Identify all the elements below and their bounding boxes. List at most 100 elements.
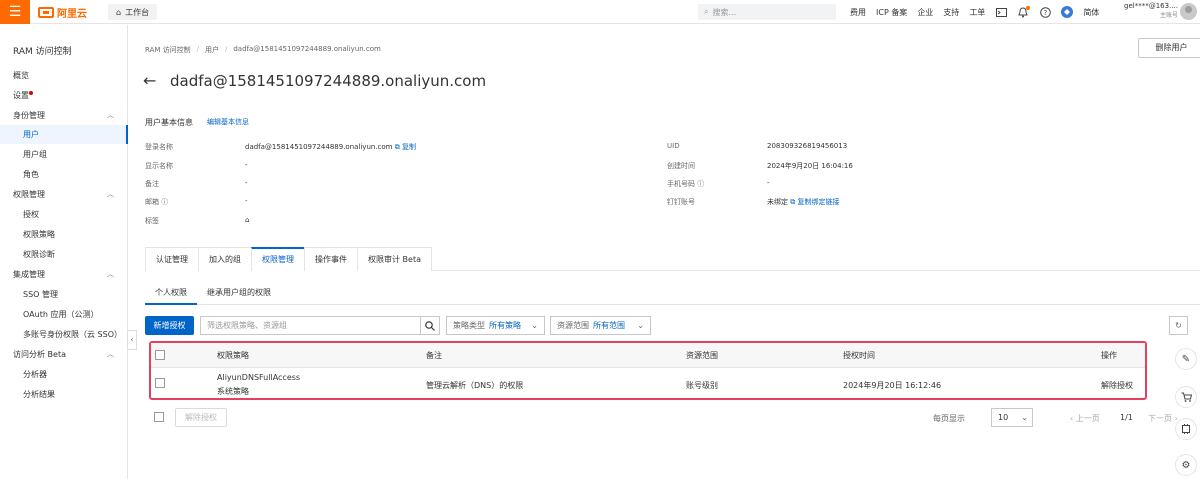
nav-links: 费用 ICP 备案 企业 支持 工单 ? 简体 xyxy=(850,0,1099,24)
copy-login-name-link[interactable]: 复制 xyxy=(402,143,416,151)
sidebar-item-cloud-sso[interactable]: 多账号身份权限（云 SSO） xyxy=(0,325,128,344)
batch-revoke-button[interactable]: 解除授权 xyxy=(175,408,227,427)
assistant-icon[interactable] xyxy=(1061,6,1074,18)
sidebar-item-label: 分析结果 xyxy=(23,390,55,399)
breadcrumb-item[interactable]: RAM 访问控制 xyxy=(145,45,191,55)
help-icon[interactable]: ⓘ xyxy=(161,198,168,206)
policy-type-select[interactable]: 策略类型 所有策略 ⌄ xyxy=(446,316,545,335)
help-icon[interactable]: ? xyxy=(1039,6,1051,18)
search-icon xyxy=(425,320,435,331)
sidebar: RAM 访问控制 概览 设置 身份管理 ︿ 用户 用户组 角色 权限管理 ︿ 授权 … xyxy=(0,25,128,479)
avatar[interactable] xyxy=(1180,3,1197,20)
created-time-value: 2024年9月20日 16:04:16 xyxy=(767,162,853,170)
workbench-label: 工作台 xyxy=(125,7,150,17)
help-icon[interactable]: ⓘ xyxy=(697,180,704,188)
field-label: 钉钉账号 xyxy=(667,198,695,206)
nav-link-support[interactable]: 支持 xyxy=(943,7,959,18)
chip-icon[interactable] xyxy=(1175,418,1197,440)
sidebar-item-results[interactable]: 分析结果 xyxy=(0,385,128,404)
account-name: gel****@163.... xyxy=(1124,2,1178,10)
select-all-checkbox[interactable] xyxy=(155,350,165,360)
copy-bind-link[interactable]: 复制绑定链接 xyxy=(797,198,839,206)
workbench-button[interactable]: ⌂ 工作台 xyxy=(108,4,158,20)
main-content: RAM 访问控制 / 用户 / dadfa@1581451097244889.o… xyxy=(129,25,1200,479)
sidebar-group-integration[interactable]: 集成管理 ︿ xyxy=(0,265,128,284)
note-value: - xyxy=(245,179,248,187)
sidebar-item-groups[interactable]: 用户组 xyxy=(0,145,128,164)
per-page-select[interactable]: 10 ⌄ xyxy=(991,408,1033,427)
section-title: 用户基本信息 xyxy=(145,118,193,127)
sidebar-item-grants[interactable]: 授权 xyxy=(0,205,128,224)
add-grant-button[interactable]: 新增授权 xyxy=(145,316,194,335)
field-label: 登录名称 xyxy=(145,143,173,151)
sidebar-item-diagnosis[interactable]: 权限诊断 xyxy=(0,245,128,264)
copy-icon[interactable]: ⧉ xyxy=(790,198,795,206)
terminal-icon[interactable] xyxy=(995,6,1007,18)
phone-label: 手机号码 ⓘ xyxy=(667,179,704,189)
edit-icon[interactable]: ✎ xyxy=(1175,348,1197,370)
tab-audit[interactable]: 权限审计 Beta xyxy=(357,247,432,271)
global-search[interactable]: ⌕ 搜索... xyxy=(698,4,836,20)
sidebar-item-policies[interactable]: 权限策略 xyxy=(0,225,128,244)
gear-icon[interactable]: ⚙ xyxy=(1175,454,1197,476)
policy-name-link[interactable]: AliyunDNSFullAccess xyxy=(217,373,300,382)
prev-page-button[interactable]: ‹ 上一页 xyxy=(1070,413,1100,424)
sidebar-item-roles[interactable]: 角色 xyxy=(0,165,128,184)
column-header: 权限策略 xyxy=(217,351,249,360)
sidebar-item-settings[interactable]: 设置 xyxy=(0,86,128,105)
chevron-down-icon: ⌄ xyxy=(1021,413,1028,422)
search-icon: ⌕ xyxy=(704,7,709,16)
delete-user-button[interactable]: 删除用户 xyxy=(1138,38,1200,58)
tab-groups[interactable]: 加入的组 xyxy=(198,247,252,271)
sidebar-group-analysis[interactable]: 访问分析 Beta ︿ xyxy=(0,345,128,364)
account-info[interactable]: gel****@163.... 主账号 xyxy=(1118,2,1178,19)
tab-events[interactable]: 操作事件 xyxy=(304,247,358,271)
sidebar-item-sso[interactable]: SSO 管理 xyxy=(0,285,128,304)
filter-input[interactable]: 筛选权限策略、资源组 xyxy=(200,316,420,335)
filter-search-button[interactable] xyxy=(420,316,440,335)
sidebar-group-permissions[interactable]: 权限管理 ︿ xyxy=(0,185,128,204)
nav-link-icp[interactable]: ICP 备案 xyxy=(876,7,907,18)
email-value: - xyxy=(245,197,248,205)
cart-icon[interactable] xyxy=(1175,386,1197,408)
column-header: 备注 xyxy=(426,351,442,360)
next-page-button[interactable]: 下一页 › xyxy=(1148,413,1178,424)
sidebar-item-overview[interactable]: 概览 xyxy=(0,66,128,85)
per-page-label: 每页显示 xyxy=(933,414,965,423)
scope-select[interactable]: 资源范围 所有范围 ⌄ xyxy=(550,316,651,335)
revoke-link[interactable]: 解除授权 xyxy=(1101,380,1133,391)
tag-icon[interactable]: ⌂ xyxy=(245,216,249,224)
row-checkbox[interactable] xyxy=(155,378,165,388)
subtab-personal[interactable]: 个人权限 xyxy=(145,283,197,305)
sidebar-item-oauth[interactable]: OAuth 应用（公测） xyxy=(0,305,128,324)
sidebar-group-identity[interactable]: 身份管理 ︿ xyxy=(0,106,128,125)
refresh-icon: ↻ xyxy=(1175,321,1182,330)
back-arrow-icon[interactable]: ← xyxy=(143,71,156,90)
breadcrumb-item[interactable]: 用户 xyxy=(205,45,219,55)
sidebar-item-analyzer[interactable]: 分析器 xyxy=(0,365,128,384)
login-name-value: dadfa@1581451097244889.onaliyun.com ⧉ 复制 xyxy=(245,142,416,152)
tab-auth[interactable]: 认证管理 xyxy=(145,247,199,271)
sidebar-item-label: 集成管理 xyxy=(13,270,45,279)
nav-link-billing[interactable]: 费用 xyxy=(850,7,866,18)
sidebar-item-label: 概览 xyxy=(13,71,29,80)
nav-link-ticket[interactable]: 工单 xyxy=(969,7,985,18)
bell-icon[interactable] xyxy=(1017,6,1031,18)
edit-basic-info-link[interactable]: 编辑基本信息 xyxy=(207,117,249,127)
tab-permissions[interactable]: 权限管理 xyxy=(251,247,305,271)
aliyun-logo[interactable]: 阿里云 xyxy=(38,5,87,20)
menu-icon[interactable]: ☰ xyxy=(0,0,30,24)
language-switch[interactable]: 简体 xyxy=(1083,7,1099,18)
sidebar-item-users[interactable]: 用户 xyxy=(0,125,128,144)
nav-link-enterprise[interactable]: 企业 xyxy=(917,7,933,18)
chevron-down-icon: ⌄ xyxy=(637,321,644,330)
footer-select-all-checkbox[interactable] xyxy=(154,412,164,422)
copy-icon[interactable]: ⧉ xyxy=(395,143,400,151)
sidebar-item-label: 多账号身份权限（云 SSO） xyxy=(23,330,122,339)
brand-text: 阿里云 xyxy=(57,8,87,20)
subtab-inherited[interactable]: 继承用户组的权限 xyxy=(197,283,281,305)
breadcrumb-separator: / xyxy=(225,45,228,53)
prev-page-label: 上一页 xyxy=(1075,414,1100,423)
refresh-button[interactable]: ↻ xyxy=(1169,316,1188,335)
field-label: 创建时间 xyxy=(667,162,695,170)
